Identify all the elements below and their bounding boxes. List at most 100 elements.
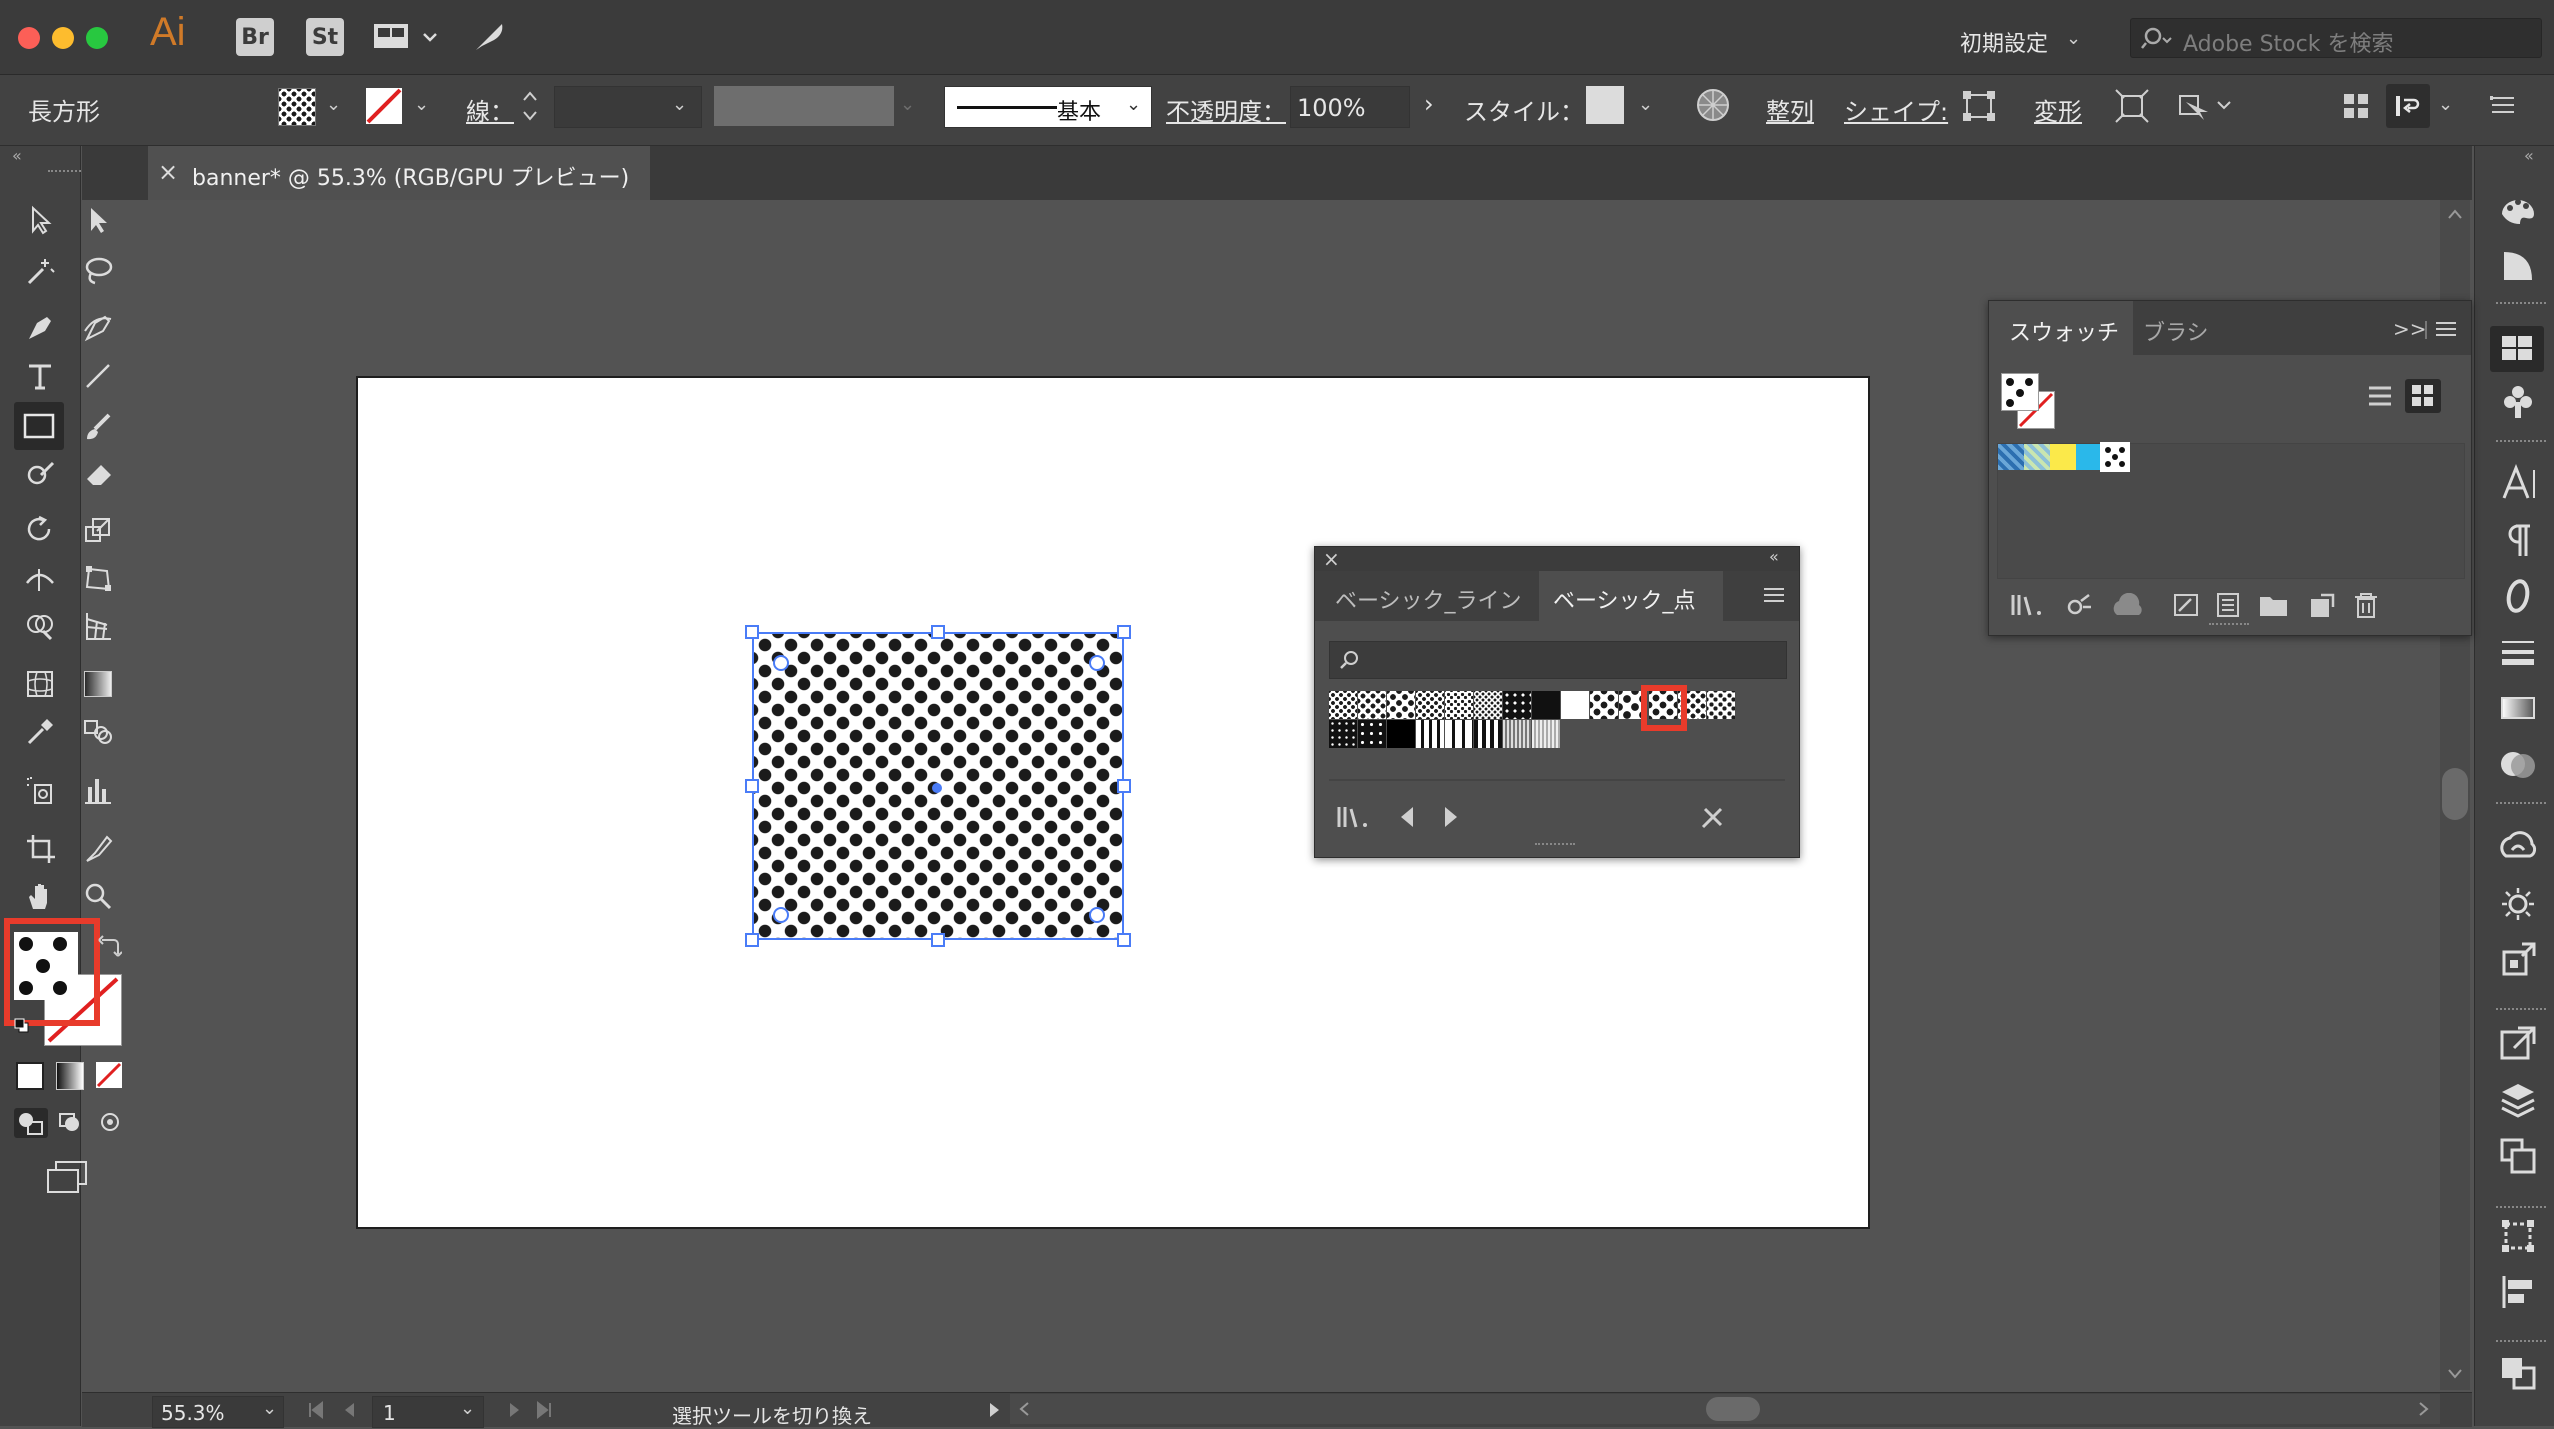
- previous-artboard-button[interactable]: [340, 1400, 360, 1420]
- swatches-panel-menu[interactable]: [2433, 317, 2459, 341]
- free-transform-tool[interactable]: [78, 558, 118, 598]
- brush-definition[interactable]: 基本: [944, 86, 1152, 128]
- gradient-mode-button[interactable]: [56, 1062, 84, 1090]
- color-panel-button[interactable]: [2496, 246, 2540, 286]
- stripe-swatch-1[interactable]: [1416, 720, 1444, 748]
- stroke-panel-button[interactable]: [2496, 632, 2540, 672]
- color-mode-button[interactable]: [16, 1062, 44, 1090]
- chevron-right-icon[interactable]: ›: [1424, 90, 1434, 118]
- dock-grip-2[interactable]: [2496, 440, 2546, 448]
- document-tab[interactable]: × banner* @ 55.3% (RGB/GPU プレビュー): [148, 146, 650, 200]
- dock-grip[interactable]: [2496, 302, 2546, 310]
- dot-swatch-17[interactable]: [1387, 720, 1415, 748]
- swatch-libraries-button[interactable]: [2009, 591, 2045, 619]
- stroke-weight-stepper[interactable]: [520, 86, 540, 126]
- transparency-panel-button[interactable]: [2496, 744, 2540, 784]
- corner-widget-top-left[interactable]: [773, 655, 789, 671]
- dot-swatch-9[interactable]: [1561, 691, 1589, 719]
- publish-button[interactable]: [472, 20, 508, 54]
- stroke-weight-dropdown-icon[interactable]: ⌄: [672, 94, 687, 115]
- arrange-documents-button[interactable]: [372, 22, 442, 52]
- library-panel-titlebar[interactable]: × «: [1315, 547, 1799, 571]
- artboard-tool[interactable]: [20, 828, 60, 868]
- new-color-group-folder-button[interactable]: [2213, 591, 2243, 619]
- line-segment-tool[interactable]: [78, 356, 118, 396]
- resize-handle-right[interactable]: [1117, 779, 1131, 793]
- minimize-window-button[interactable]: [52, 27, 74, 49]
- align-dropdown-icon[interactable]: ⌄: [2438, 94, 2453, 115]
- dot-swatch-1[interactable]: [1329, 691, 1357, 719]
- direct-selection-tool[interactable]: [78, 200, 118, 240]
- corner-widget-bottom-right[interactable]: [1089, 907, 1105, 923]
- swatch-cyan[interactable]: [2076, 444, 2102, 470]
- dot-swatch-3[interactable]: [1387, 691, 1415, 719]
- profile-dropdown-icon[interactable]: ⌄: [900, 94, 915, 115]
- dot-swatch-16[interactable]: [1358, 720, 1386, 748]
- zoom-dropdown-icon[interactable]: ⌄: [262, 1398, 277, 1419]
- slice-tool[interactable]: [78, 828, 118, 868]
- dot-swatch-8[interactable]: [1532, 691, 1560, 719]
- zoom-tool[interactable]: [78, 876, 118, 916]
- new-swatch-button[interactable]: [2307, 591, 2337, 619]
- workspace-switcher[interactable]: 初期設定: [1960, 26, 2048, 58]
- transform-panel-button[interactable]: [2496, 1216, 2540, 1256]
- perspective-grid-tool[interactable]: [78, 606, 118, 646]
- dot-swatch-15[interactable]: [1329, 720, 1357, 748]
- recolor-button[interactable]: [1694, 86, 1732, 124]
- none-mode-button[interactable]: [96, 1062, 122, 1088]
- swatches-fill-stroke[interactable]: [2001, 373, 2055, 431]
- swatch-dot-pattern[interactable]: [2100, 442, 2130, 472]
- pathfinder-panel-button[interactable]: [2496, 1352, 2540, 1392]
- shape-bounds-button[interactable]: [1962, 90, 1996, 122]
- eraser-tool[interactable]: [78, 454, 118, 494]
- horizontal-scroll-thumb[interactable]: [1706, 1397, 1760, 1421]
- dot-swatch-14[interactable]: [1707, 691, 1735, 719]
- export-panel-button[interactable]: [2496, 1024, 2540, 1064]
- fill-color-box[interactable]: [14, 932, 78, 1000]
- swatches-fill-box[interactable]: [2001, 373, 2039, 411]
- next-artboard-button[interactable]: [504, 1400, 524, 1420]
- list-view-button[interactable]: [2365, 381, 2395, 411]
- dot-swatch-6[interactable]: [1474, 691, 1502, 719]
- dock-grip-6[interactable]: [2496, 1340, 2546, 1348]
- scale-tool[interactable]: [78, 510, 118, 550]
- library-tools-button[interactable]: [1699, 805, 1727, 831]
- stripe-swatch-5[interactable]: [1532, 720, 1560, 748]
- paragraph-panel-button[interactable]: [2496, 520, 2540, 560]
- resize-handle-top-left[interactable]: [745, 625, 759, 639]
- tab-basic-dot[interactable]: ベーシック_点: [1539, 571, 1723, 622]
- corner-widget-bottom-left[interactable]: [773, 907, 789, 923]
- align-options-button[interactable]: [2386, 84, 2430, 128]
- previous-library-button[interactable]: [1397, 805, 1417, 829]
- stroke-dropdown-icon[interactable]: ⌄: [414, 94, 429, 115]
- expand-panel-button[interactable]: >>: [2393, 317, 2427, 341]
- layers-panel-button[interactable]: [2496, 1080, 2540, 1120]
- delete-swatch-button[interactable]: [2351, 591, 2381, 619]
- gradient-tool[interactable]: [78, 664, 118, 704]
- first-artboard-button[interactable]: [306, 1400, 326, 1420]
- transform-each-button[interactable]: [2114, 88, 2150, 124]
- variable-width-profile[interactable]: [714, 86, 894, 126]
- collapse-tools-icon[interactable]: «: [12, 146, 22, 165]
- resize-handle-bottom-left[interactable]: [745, 933, 759, 947]
- new-color-group-button[interactable]: [2257, 591, 2291, 619]
- stripe-swatch-3[interactable]: [1474, 720, 1502, 748]
- library-search-input[interactable]: [1329, 641, 1787, 679]
- column-graph-tool[interactable]: [78, 770, 118, 810]
- shape-button[interactable]: シェイプ:: [1844, 92, 1948, 127]
- status-menu-button[interactable]: [984, 1400, 1004, 1420]
- screen-mode-button[interactable]: [44, 1158, 92, 1194]
- zoom-window-button[interactable]: [86, 27, 108, 49]
- collapse-dock-icon[interactable]: «: [2524, 146, 2534, 165]
- blend-tool[interactable]: [78, 712, 118, 752]
- dot-swatch-4[interactable]: [1416, 691, 1444, 719]
- opacity-label[interactable]: 不透明度：: [1166, 92, 1286, 127]
- swatch-blue-texture[interactable]: [1998, 444, 2024, 470]
- gradient-panel-button[interactable]: [2496, 688, 2540, 728]
- shaper-tool[interactable]: [20, 454, 60, 494]
- dock-grip-4[interactable]: [2496, 1008, 2546, 1016]
- pen-tool[interactable]: [20, 308, 60, 348]
- brush-dropdown-icon[interactable]: ⌄: [1126, 94, 1141, 115]
- stroke-label[interactable]: 線：: [466, 92, 514, 127]
- isolate-button[interactable]: [2174, 88, 2234, 124]
